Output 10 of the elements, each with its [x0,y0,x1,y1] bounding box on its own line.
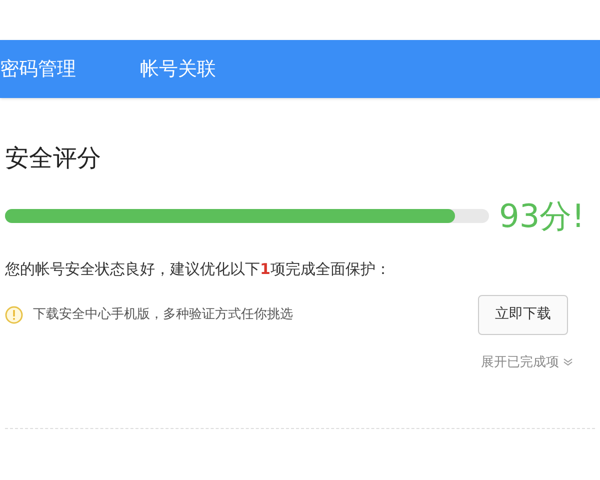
warning-icon [5,306,23,324]
expand-link[interactable]: 展开已完成项 [481,352,559,372]
tab[interactable]: 帐号关联 [140,54,216,84]
tab[interactable]: 密码管理 [0,54,76,84]
download-button[interactable]: 立即下载 [478,294,568,334]
task-text: 下载安全中心手机版，多种验证方式任你挑选 [33,306,294,324]
section-title: 安全评分 [5,143,102,174]
score-text: 93分! [499,196,585,237]
chevron-down-icon [563,357,573,368]
summary-text: 您的帐号安全状态良好，建议优化以下1项完成全面保护： [5,259,392,280]
